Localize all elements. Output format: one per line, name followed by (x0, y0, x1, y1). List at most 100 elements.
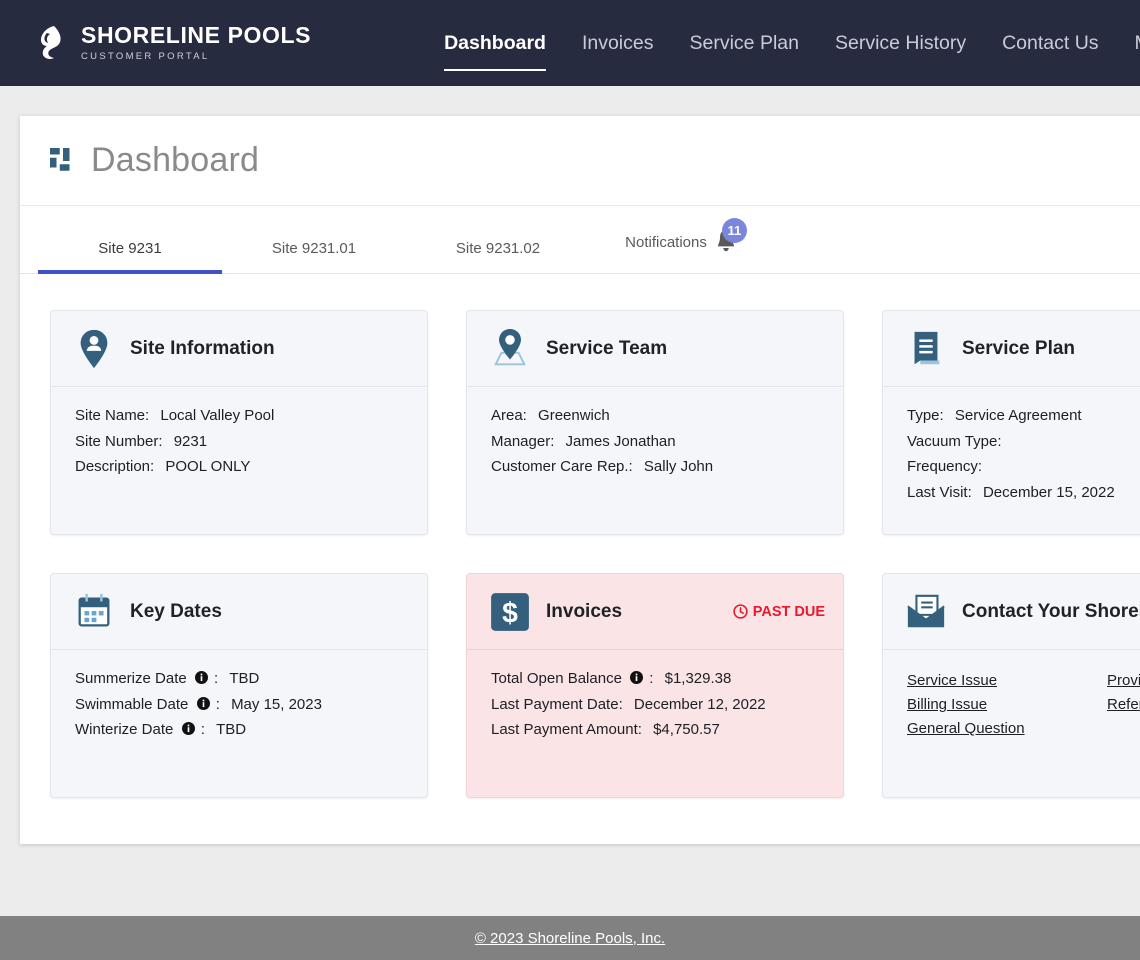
field-winterize-date: Winterize Date : TBD (75, 717, 427, 743)
nav-item-invoices[interactable]: Invoices (564, 23, 672, 63)
info-icon[interactable] (630, 671, 644, 684)
card-contact: Contact Your Shorelin Service Issue Prov… (882, 573, 1140, 798)
field-label: Winterize Date (75, 721, 174, 738)
envelope-icon (907, 594, 945, 627)
site-tabs: Site 9231 Site 9231.01 Site 9231.02 Noti… (20, 206, 1140, 274)
field-label: Customer Care Rep.: (491, 458, 633, 475)
field-frequency: Frequency: (907, 454, 1140, 480)
field-value: 9231 (173, 432, 208, 450)
top-navigation-bar: SHORELINE POOLS CUSTOMER PORTAL Dashboar… (0, 0, 1140, 86)
page-footer: © 2023 Shoreline Pools, Inc. (0, 916, 1140, 960)
field-last-payment-date: Last Payment Date: December 12, 2022 (491, 692, 843, 718)
card-title: Invoices (546, 600, 623, 622)
field-label: Summerize Date (75, 670, 187, 687)
card-title: Contact Your Shorelin (962, 600, 1140, 622)
nav-item-dashboard[interactable]: Dashboard (426, 23, 564, 71)
field-label: Last Payment Amount: (491, 721, 642, 738)
brand-subtitle: CUSTOMER PORTAL (81, 50, 210, 62)
card-service-team: Service Team Area: Greenwich Manager: Ja… (466, 310, 844, 535)
card-header: Site Information (51, 311, 427, 387)
field-separator: : (215, 695, 220, 713)
field-separator: : (200, 721, 205, 738)
field-label: Total Open Balance (491, 670, 622, 687)
tab-site-9231[interactable]: Site 9231 (38, 240, 222, 274)
page-title: Dashboard (91, 141, 260, 179)
dashboard-card-grid: Site Information Site Name: Local Valley… (20, 274, 1140, 844)
field-value: POOL ONLY (165, 458, 251, 475)
field-value: Service Agreement (954, 407, 1082, 424)
field-label: Last Visit: (907, 483, 972, 501)
field-value: December 12, 2022 (633, 695, 766, 713)
card-body: Area: Greenwich Manager: James Jonathan … (467, 387, 843, 480)
tab-notifications-label: Notifications (625, 233, 707, 251)
field-last-payment-amount: Last Payment Amount: $4,750.57 (491, 717, 843, 743)
card-body: Type: Service Agreement Vacuum Type: Fre… (883, 387, 1140, 505)
field-value: TBD (229, 670, 260, 687)
document-lines-icon (914, 331, 940, 364)
notifications-bell[interactable]: 11 (713, 218, 747, 257)
info-icon[interactable] (194, 671, 208, 684)
field-value: $1,329.38 (664, 670, 732, 687)
tab-notifications[interactable]: Notifications 11 (590, 218, 774, 273)
card-header: Service Team (467, 311, 843, 387)
status-badge-label: PAST DUE (752, 603, 825, 620)
field-label: Vacuum Type: (907, 432, 1002, 450)
card-body: Service Issue Provide Billing Issue Refe… (883, 650, 1140, 737)
calendar-icon (78, 593, 110, 627)
card-header: Contact Your Shorelin (883, 574, 1140, 650)
info-icon[interactable] (196, 696, 210, 710)
field-swimmable-date: Swimmable Date : May 15, 2023 (75, 692, 427, 718)
nav-item-service-history[interactable]: Service History (817, 23, 984, 63)
link-general-question[interactable]: General Question (907, 720, 1107, 737)
contact-link-spacer (1107, 720, 1140, 737)
info-icon[interactable] (181, 722, 195, 735)
svg-text:$: $ (502, 597, 518, 629)
card-title: Site Information (130, 337, 275, 359)
field-value: TBD (216, 721, 247, 738)
field-total-open-balance: Total Open Balance : $1,329.38 (491, 666, 843, 692)
tab-site-9231-01[interactable]: Site 9231.01 (222, 240, 406, 273)
field-value: May 15, 2023 (231, 695, 322, 713)
card-body: Site Name: Local Valley Pool Site Number… (51, 387, 427, 480)
field-value: James Jonathan (565, 432, 676, 450)
card-title: Key Dates (130, 600, 222, 622)
brand-name: SHORELINE POOLS (81, 22, 312, 49)
nav-item-my-account[interactable]: My Ac (1117, 23, 1140, 63)
field-label: Area: (491, 407, 527, 424)
field-site-number: Site Number: 9231 (75, 429, 427, 455)
field-description: Description: POOL ONLY (75, 454, 427, 480)
card-header: $ Invoices PAST DUE (467, 574, 843, 650)
tab-site-9231-02[interactable]: Site 9231.02 (406, 240, 590, 273)
field-separator: : (649, 670, 654, 687)
field-label: Site Name: (75, 407, 150, 424)
field-site-name: Site Name: Local Valley Pool (75, 403, 427, 429)
status-badge: PAST DUE (733, 604, 825, 620)
field-last-visit: Last Visit: December 15, 2022 (907, 480, 1140, 506)
brand-logo[interactable]: SHORELINE POOLS CUSTOMER PORTAL (34, 22, 312, 62)
field-manager: Manager: James Jonathan (491, 429, 843, 455)
field-area: Area: Greenwich (491, 403, 843, 429)
field-value: $4,750.57 (653, 721, 720, 738)
field-label: Description: (75, 458, 155, 475)
field-type: Type: Service Agreement (907, 403, 1140, 429)
field-separator: : (214, 670, 219, 687)
field-label: Last Payment Date: (491, 695, 623, 713)
field-value: Sally John (643, 458, 714, 475)
nav-item-contact-us[interactable]: Contact Us (984, 23, 1116, 63)
field-label: Frequency: (907, 458, 983, 475)
link-refer-a-friend[interactable]: Refer A (1107, 696, 1140, 713)
dollar-sign-icon: $ (491, 592, 529, 631)
link-service-issue[interactable]: Service Issue (907, 672, 1107, 689)
field-label: Type: (907, 407, 944, 424)
card-body: Summerize Date : TBD Swimmable Date: Ma… (51, 650, 427, 743)
field-label: Manager: (491, 432, 555, 450)
field-label: Swimmable Date (75, 695, 189, 713)
card-header: Service Plan (883, 311, 1140, 387)
footer-copyright-link[interactable]: © 2023 Shoreline Pools, Inc. (475, 930, 665, 947)
field-value: Local Valley Pool (160, 407, 275, 424)
link-billing-issue[interactable]: Billing Issue (907, 696, 1107, 713)
link-provide-feedback[interactable]: Provide (1107, 672, 1140, 689)
dashboard-grid-icon (50, 147, 70, 171)
clock-icon (733, 604, 748, 619)
nav-item-service-plan[interactable]: Service Plan (672, 23, 817, 63)
